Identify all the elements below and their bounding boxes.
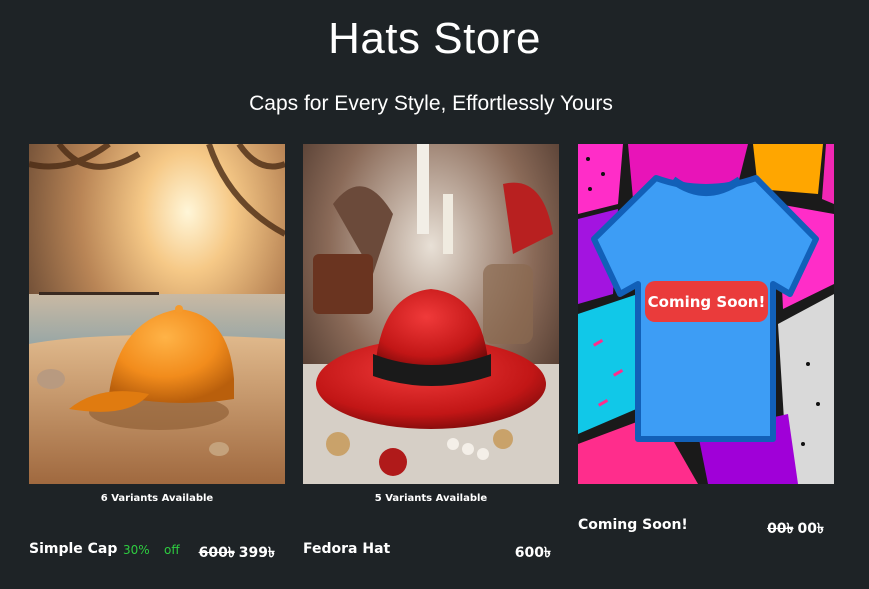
variants-label: 5 Variants Available: [374, 493, 488, 504]
page-subtitle: Caps for Every Style, Effortlessly Yours: [249, 92, 613, 115]
product-name[interactable]: Coming Soon!: [578, 517, 688, 533]
discount-label: off: [164, 543, 180, 557]
current-price: 00৳: [797, 521, 824, 537]
page-title: Hats Store: [328, 14, 541, 63]
product-card[interactable]: 6 Variants Available Simple Cap 30% off …: [29, 144, 285, 561]
current-price: 399৳: [238, 545, 275, 561]
price-group: 600৳ 399৳: [199, 541, 275, 565]
product-card[interactable]: 5 Variants Available Fedora Hat 600৳: [303, 144, 559, 561]
variants-label: 6 Variants Available: [100, 493, 214, 504]
old-price: 00৳: [767, 521, 794, 537]
old-price: 600৳: [198, 545, 235, 561]
discount-percent: 30%: [123, 543, 150, 557]
orange-cap-beach-image[interactable]: [29, 144, 285, 484]
current-price: 600৳: [514, 545, 551, 561]
price-group: 00৳ 00৳: [767, 517, 824, 541]
product-card[interactable]: Coming Soon! Coming Soon! 00৳ 00৳: [578, 144, 834, 537]
product-name[interactable]: Simple Cap: [29, 541, 117, 557]
coming-soon-badge: Coming Soon!: [645, 281, 768, 322]
red-fedora-image[interactable]: [303, 144, 559, 484]
product-name[interactable]: Fedora Hat: [303, 541, 390, 557]
